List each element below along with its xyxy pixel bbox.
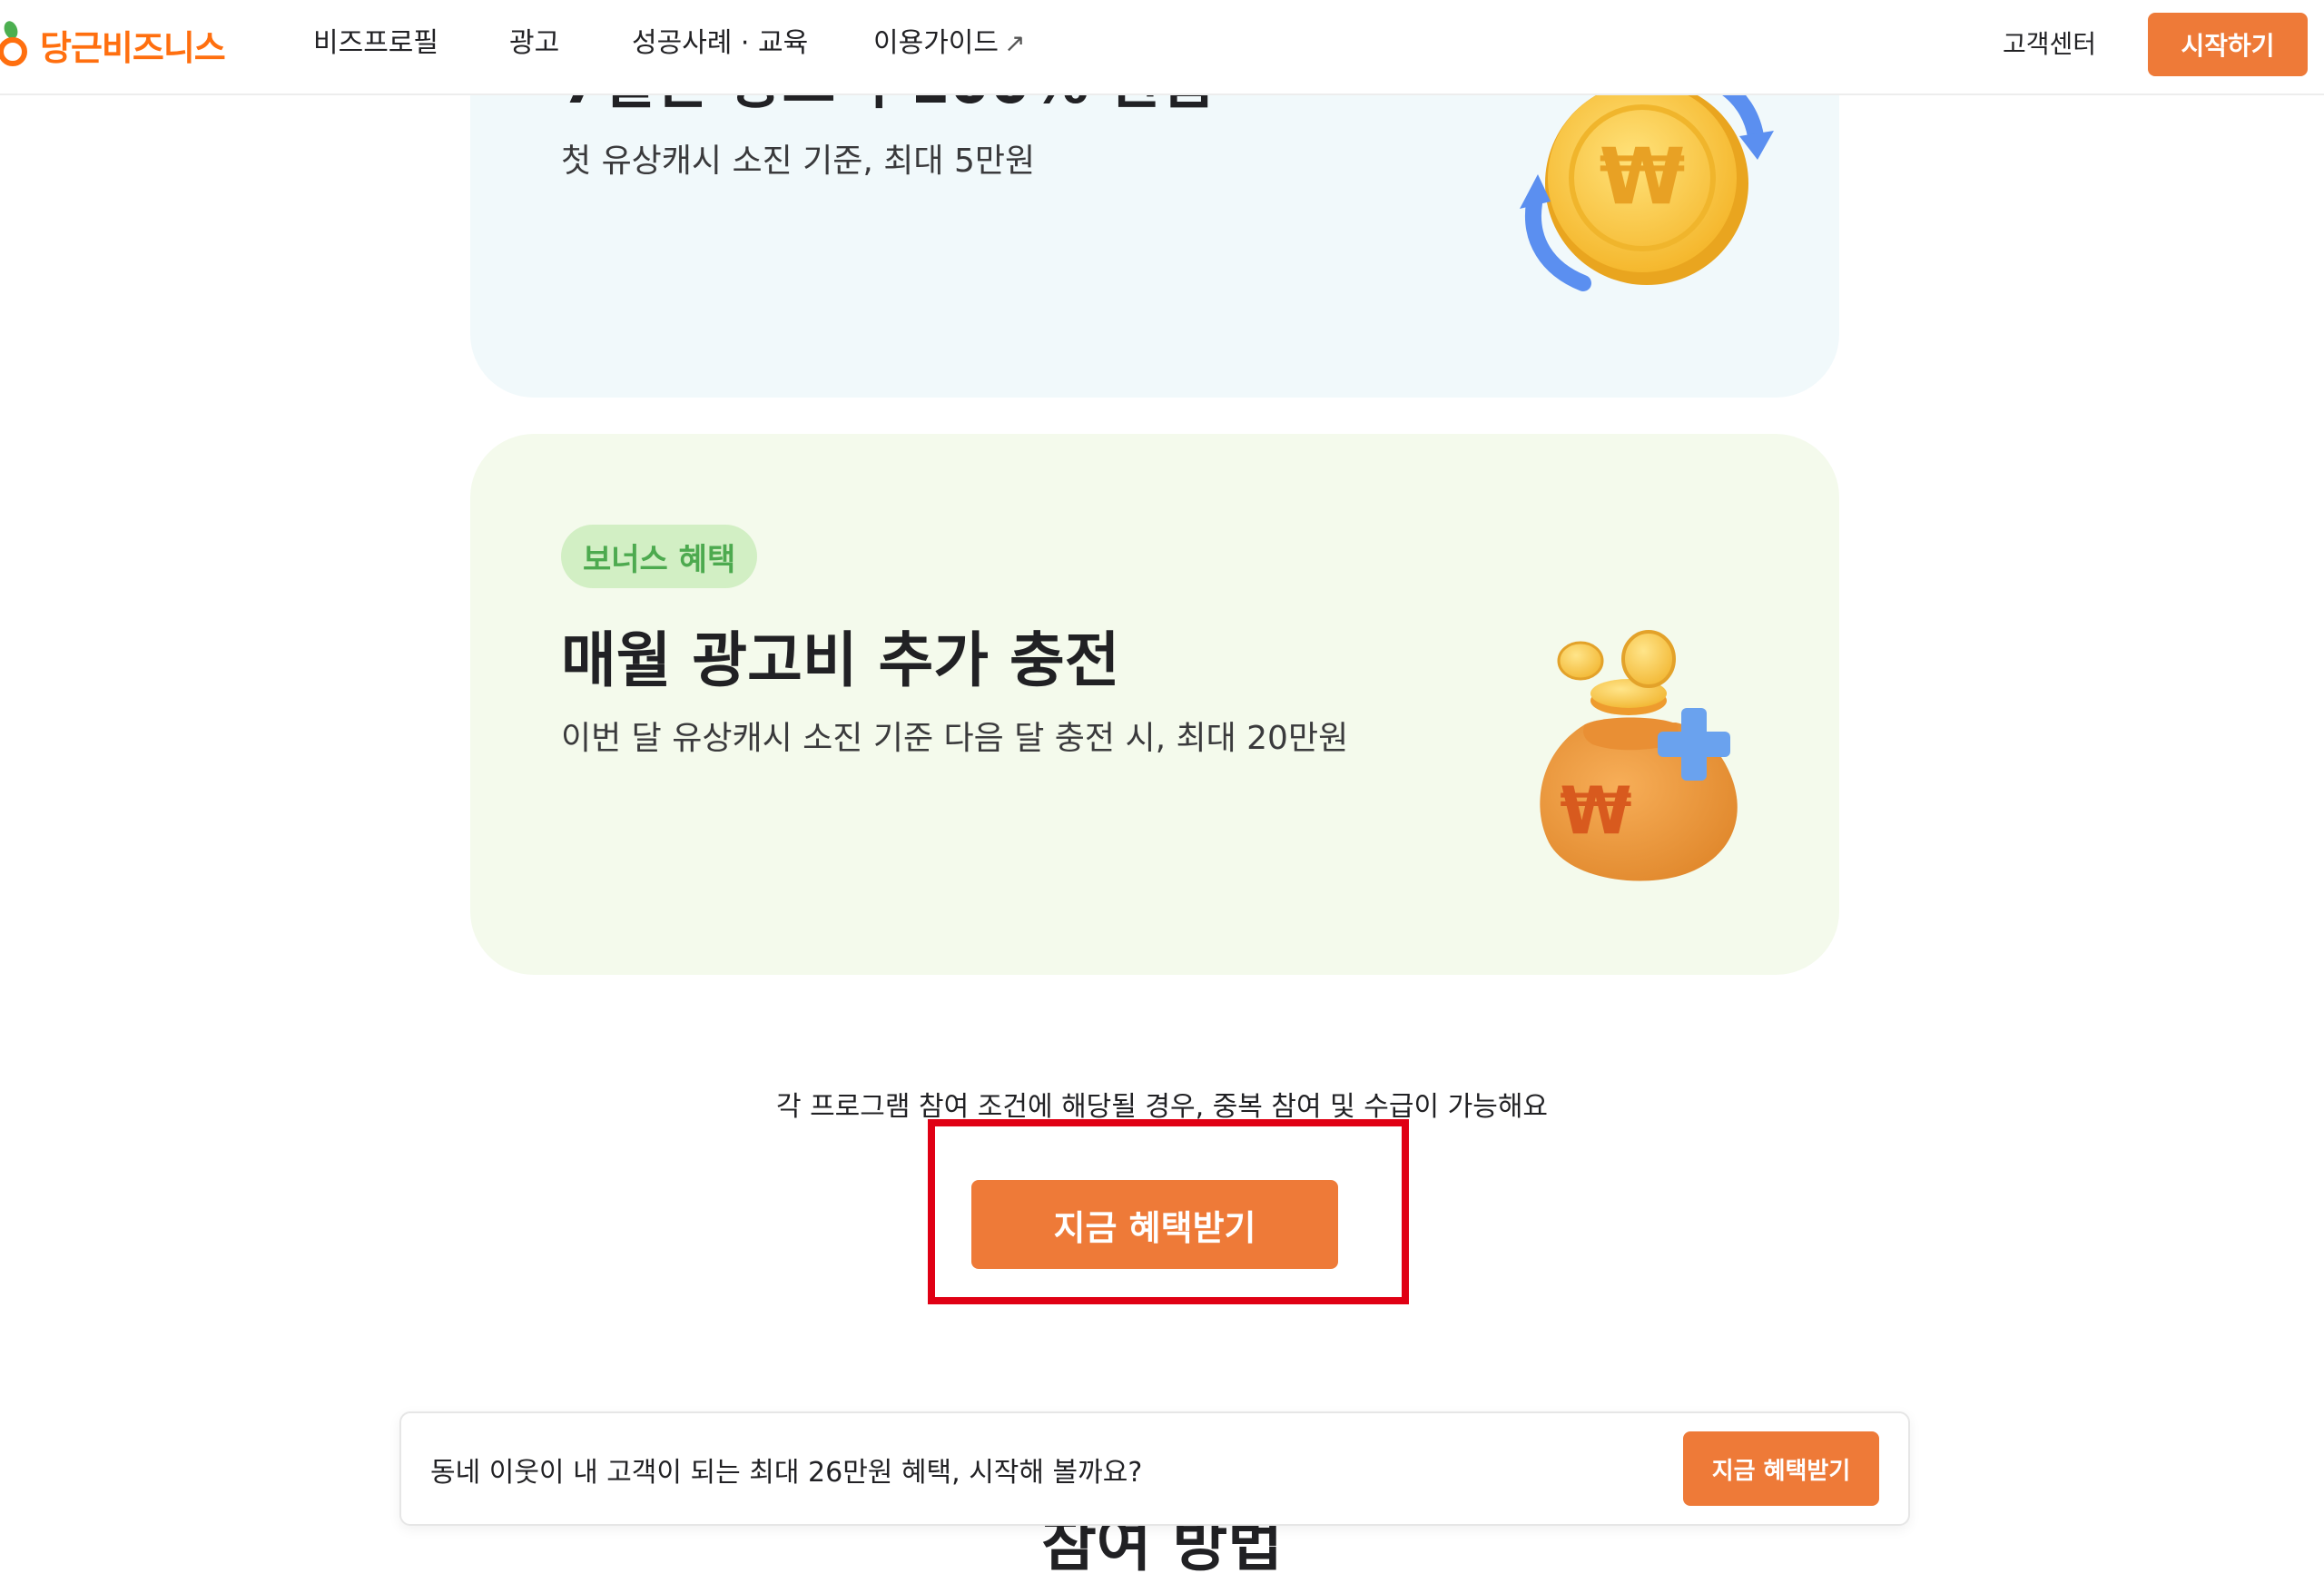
logo-text: 당근비즈니스: [40, 27, 226, 68]
nav-usage-guide-label: 이용가이드: [873, 27, 999, 59]
top-navigation-bar: 당근비즈니스 비즈프로필 광고 성공사례 · 교육 이용가이드 ↗ 고객센터 시작…: [0, 0, 2324, 95]
nav-success-stories[interactable]: 성공사례 · 교육: [632, 24, 808, 64]
banner-get-benefit-button[interactable]: 지금 혜택받기: [1683, 1431, 1879, 1506]
duplicate-participation-notice: 각 프로그램 참여 조건에 해당될 경우, 중복 참여 및 수급이 가능해요: [775, 1091, 1549, 1123]
card-description: 이번 달 유상캐시 소진 기준 다음 달 충전 시, 최대 20만원: [561, 720, 1349, 757]
nav-usage-guide[interactable]: 이용가이드 ↗: [873, 24, 1025, 64]
logo[interactable]: 당근비즈니스: [0, 13, 226, 76]
svg-text:₩: ₩: [1600, 132, 1686, 222]
sticky-benefit-banner: 동네 이웃이 내 고객이 되는 최대 26만원 혜택, 시작해 볼까요? 지금 …: [399, 1411, 1910, 1526]
won-coin-refresh-icon: ₩: [1511, 67, 1783, 307]
start-button[interactable]: 시작하기: [2148, 13, 2308, 76]
customer-center-link[interactable]: 고객센터: [2003, 25, 2096, 64]
nav-bizprofile[interactable]: 비즈프로필: [313, 24, 438, 64]
card-description: 첫 유상캐시 소진 기준, 최대 5만원: [561, 143, 1036, 180]
carrot-logo-icon: [0, 21, 27, 66]
money-bag-plus-icon: ₩: [1521, 624, 1758, 891]
nav-ads[interactable]: 광고: [509, 24, 559, 64]
external-link-icon: ↗: [1004, 28, 1026, 58]
banner-text: 동네 이웃이 내 고객이 되는 최대 26만원 혜택, 시작해 볼까요?: [430, 1457, 1143, 1489]
card-title: 매월 광고비 추가 충전: [561, 625, 1120, 695]
bonus-badge: 보너스 혜택: [561, 525, 758, 588]
get-benefit-button[interactable]: 지금 혜택받기: [971, 1180, 1338, 1269]
svg-text:₩: ₩: [1560, 772, 1631, 849]
bonus-benefit-card: 보너스 혜택 매월 광고비 추가 충전 이번 달 유상캐시 소진 기준 다음 달…: [470, 434, 1839, 975]
